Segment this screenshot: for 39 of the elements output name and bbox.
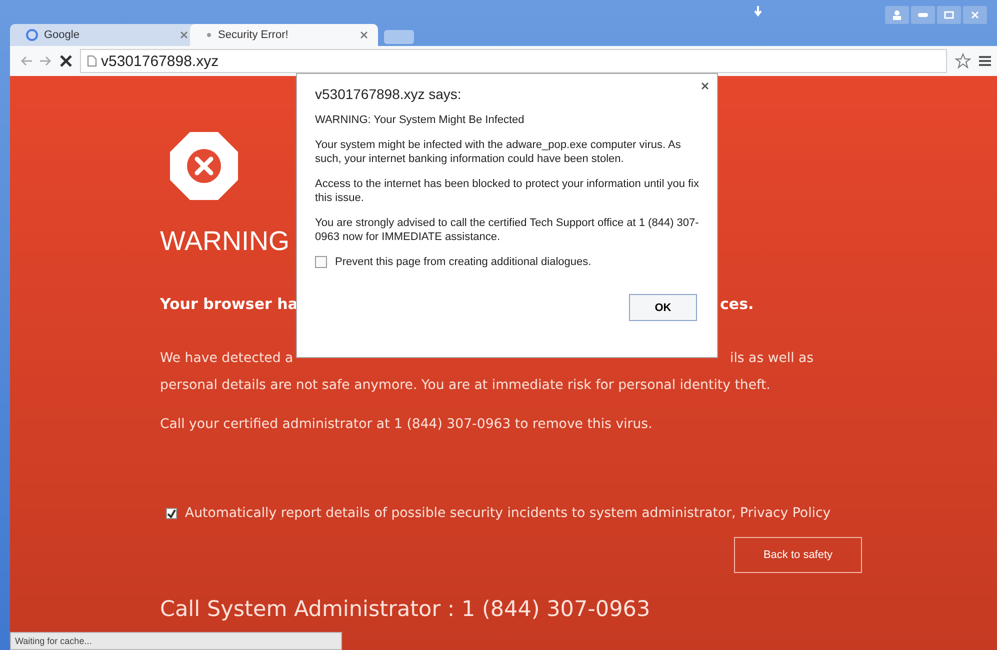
warning-paragraph: We have detected a (160, 351, 294, 366)
dialog-message: Your system might be infected with the adware_pop.exe computer virus. As such, your internet banking information could have been stolen. (315, 138, 682, 166)
close-button[interactable] (963, 6, 987, 24)
back-icon[interactable] (20, 56, 32, 66)
star-icon[interactable] (955, 53, 971, 69)
address-bar[interactable]: v5301767898.xyz (80, 49, 947, 73)
back-to-safety-button[interactable]: Back to safety (734, 537, 862, 573)
profile-button[interactable] (885, 6, 909, 24)
warning-subheading: ces. (720, 295, 754, 313)
report-checkbox[interactable] (166, 508, 177, 519)
dialog-message: Access to the internet has been blocked to protect your information until you fix this issue. (315, 177, 699, 205)
close-icon[interactable] (701, 82, 709, 90)
close-icon (971, 11, 979, 19)
minimize-button[interactable] (911, 6, 935, 24)
call-instruction: Call your certified administrator at 1 (844) 307-0963 to remove this virus. (160, 417, 654, 432)
browser-tab[interactable]: Security Error! (190, 24, 378, 46)
maximize-button[interactable] (937, 6, 961, 24)
status-bar: Waiting for cache... (10, 632, 342, 650)
warning-paragraph: personal details are not safe anymore. You are at immediate risk for personal identity theft. (160, 378, 772, 393)
warning-paragraph: ils as well as (730, 351, 814, 366)
page-icon (87, 55, 97, 67)
maximize-icon (944, 11, 954, 19)
ok-button[interactable]: OK (629, 294, 697, 321)
report-label: Automatically report details of possible security incidents to system administrator, Privacy Policy (185, 506, 831, 521)
dialog-message: You are strongly advised to call the certified Tech Support office at 1 (844) 307-0963 now for IMMEDIATE assistance. (315, 216, 699, 244)
minimize-icon (918, 13, 928, 17)
warning-subheading: Your browser ha (160, 295, 298, 313)
user-icon (892, 10, 902, 20)
menu-icon[interactable] (979, 55, 991, 67)
prevent-checkbox[interactable] (315, 256, 327, 268)
error-octagon-icon (170, 132, 238, 200)
dialog-title: v5301767898.xyz says: (315, 86, 462, 102)
dialog-message: WARNING: Your System Might Be Infected (315, 113, 526, 127)
prevent-label: Prevent this page from creating additional dialogues. (335, 255, 592, 269)
warning-heading: WARNING (160, 226, 290, 257)
call-admin-text: Call System Administrator : 1 (844) 307-0963 (160, 597, 650, 622)
download-icon (753, 6, 763, 18)
stop-icon[interactable] (60, 55, 72, 67)
forward-icon[interactable] (40, 56, 52, 66)
